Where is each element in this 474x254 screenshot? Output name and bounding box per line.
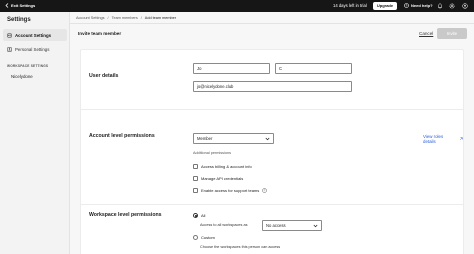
api-permission-checkbox[interactable]: Manage API credentials	[193, 176, 243, 181]
support-access-checkbox[interactable]: Enable access for support teams ?	[193, 188, 268, 193]
last-name-field[interactable]: C	[275, 63, 352, 74]
radio-label: Custom	[201, 235, 215, 240]
workspace-access-select[interactable]: No access	[262, 220, 322, 231]
checkbox-label: Enable access for support teams	[201, 188, 260, 193]
email-field[interactable]: jo@nicelydone.club	[193, 81, 352, 92]
help-button[interactable]: ? Need help?	[404, 3, 433, 8]
chevron-down-icon	[313, 224, 318, 228]
user-details-label: User details	[89, 73, 119, 79]
bell-icon[interactable]	[437, 3, 443, 9]
view-roles-label: View roles details	[423, 134, 444, 144]
upgrade-button[interactable]: Upgrade	[373, 2, 397, 10]
role-select-value: Member	[197, 136, 213, 141]
help-icon[interactable]: ?	[262, 188, 268, 193]
help-icon: ?	[404, 3, 409, 8]
sidebar-title: Settings	[7, 17, 31, 23]
checkbox-label: Access billing & account info	[201, 164, 252, 169]
custom-description: Choose the workspaces this person can ac…	[200, 245, 281, 249]
sidebar-item-workspace[interactable]: Nicelydone	[11, 74, 33, 79]
main-content: Invite team member Cancel Invite User de…	[70, 24, 474, 254]
person-icon	[7, 46, 12, 52]
checkbox[interactable]	[193, 164, 198, 169]
trial-status: 14 days left in trial	[333, 3, 367, 8]
user-icon[interactable]	[462, 3, 468, 9]
page-header: Account Settings / Team members / Add te…	[70, 12, 474, 24]
exit-settings-link[interactable]: Exit Settings	[5, 3, 35, 8]
checkbox-label: Manage API credentials	[201, 176, 244, 181]
sidebar: Settings Account Settings Personal Setti…	[0, 12, 70, 254]
first-name-field[interactable]: Jo	[193, 63, 270, 74]
help-label: Need help?	[411, 3, 433, 8]
exit-settings-label: Exit Settings	[11, 3, 36, 8]
svg-text:?: ?	[264, 189, 266, 193]
view-roles-link[interactable]: View roles details	[423, 134, 463, 144]
sidebar-item-personal-settings[interactable]: Personal Settings	[3, 43, 67, 55]
radio-button[interactable]	[193, 235, 198, 240]
breadcrumb-team-members[interactable]: Team members	[112, 16, 138, 20]
account-icon	[7, 33, 12, 37]
workspace-access-value: No access	[266, 223, 286, 228]
additional-permissions-label: Additional permissions	[193, 151, 231, 155]
custom-workspaces-radio[interactable]: Custom	[193, 235, 215, 240]
chevron-left-icon	[5, 3, 9, 8]
radio-label: All	[201, 213, 206, 218]
access-all-label: Access to all workspaces as	[200, 223, 248, 227]
top-bar: Exit Settings 14 days left in trial Upgr…	[0, 0, 474, 12]
radio-button[interactable]	[193, 213, 198, 218]
section-divider	[81, 109, 463, 110]
breadcrumb-separator: /	[140, 16, 142, 20]
breadcrumb-account-settings[interactable]: Account Settings	[76, 16, 105, 20]
breadcrumb-separator: /	[107, 16, 109, 20]
sidebar-item-label: Account Settings	[15, 32, 52, 38]
invite-button[interactable]: Invite	[437, 28, 467, 39]
billing-permission-checkbox[interactable]: Access billing & account info	[193, 164, 252, 169]
sidebar-item-label: Personal Settings	[15, 46, 50, 52]
cancel-button[interactable]: Cancel	[419, 31, 433, 36]
svg-text:?: ?	[406, 4, 408, 8]
external-link-icon	[460, 137, 463, 140]
section-divider	[81, 204, 463, 205]
page-title: Invite team member	[78, 31, 122, 36]
sidebar-item-account-settings[interactable]: Account Settings	[3, 29, 67, 41]
account-permissions-label: Account level permissions	[89, 133, 155, 139]
checkbox[interactable]	[193, 176, 198, 181]
workspace-permissions-label: Workspace level permissions	[89, 212, 162, 218]
checkbox[interactable]	[193, 188, 198, 193]
all-workspaces-radio[interactable]: All	[193, 213, 205, 218]
workspace-settings-heading: WORKSPACE SETTINGS	[7, 64, 49, 68]
invite-form-card: User details Jo C jo@nicelydone.club Acc…	[80, 49, 464, 254]
gear-icon[interactable]	[449, 3, 455, 9]
chevron-down-icon	[265, 137, 270, 141]
role-select[interactable]: Member	[193, 133, 274, 144]
breadcrumb: Account Settings / Team members / Add te…	[76, 16, 176, 20]
breadcrumb-current: Add team member	[144, 16, 177, 20]
